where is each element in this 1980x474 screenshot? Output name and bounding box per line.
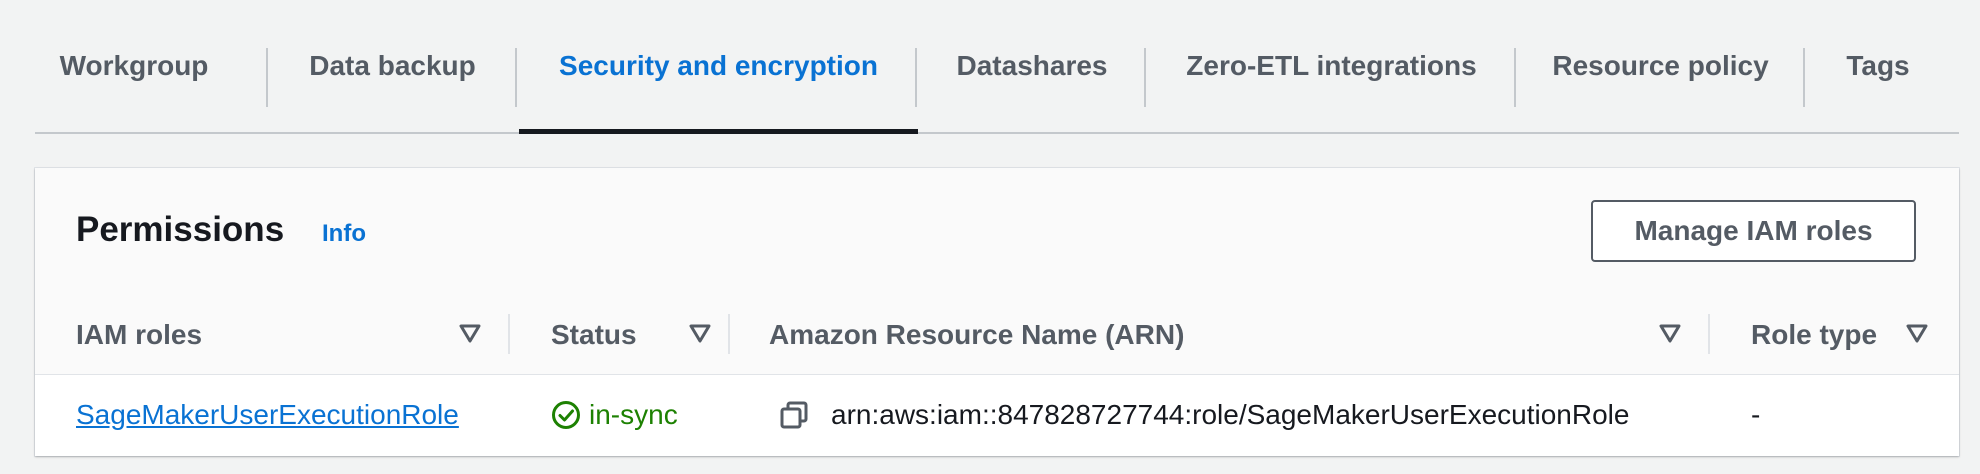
table-header: IAM roles Status Amazon Resource Name (A… — [35, 296, 1959, 375]
column-label: Status — [551, 319, 637, 350]
panel-header: Permissions Info Manage IAM roles — [35, 168, 1959, 297]
sort-filter-icon[interactable] — [1905, 321, 1929, 345]
manage-iam-roles-button[interactable]: Manage IAM roles — [1591, 200, 1916, 262]
role-type-text: - — [1751, 399, 1761, 430]
column-header-iam-roles[interactable]: IAM roles — [76, 296, 516, 374]
column-divider — [728, 314, 730, 354]
tab-tags[interactable]: Tags — [1805, 0, 1951, 132]
tab-security-and-encryption[interactable]: Security and encryption — [519, 0, 918, 134]
cell-arn: arn:aws:iam::847828727744:role/SageMaker… — [779, 374, 1629, 456]
tab-data-backup[interactable]: Data backup — [268, 0, 517, 132]
sort-filter-icon[interactable] — [1658, 321, 1682, 345]
sort-filter-icon[interactable] — [688, 321, 712, 345]
tab-divider — [515, 48, 517, 107]
tab-datashares[interactable]: Datashares — [917, 0, 1147, 132]
column-label: Amazon Resource Name (ARN) — [769, 319, 1185, 350]
cell-iam-role: SageMakerUserExecutionRole — [76, 374, 459, 456]
permissions-panel: Permissions Info Manage IAM roles IAM ro… — [35, 168, 1959, 456]
check-circle-icon — [552, 401, 580, 429]
column-label: Role type — [1751, 319, 1878, 350]
role-link[interactable]: SageMakerUserExecutionRole — [76, 399, 459, 431]
column-divider — [508, 314, 510, 354]
table-row: SageMakerUserExecutionRole in-sync arn:a… — [35, 374, 1959, 456]
cell-role-type: - — [1751, 374, 1760, 456]
tab-workgroup[interactable]: Workgroup — [35, 0, 233, 132]
status-text: in-sync — [589, 399, 678, 430]
column-divider — [1708, 314, 1710, 354]
column-label: IAM roles — [76, 319, 203, 350]
cell-status: in-sync — [551, 374, 678, 456]
column-header-status[interactable]: Status — [551, 296, 711, 374]
tab-zero-etl-integrations[interactable]: Zero-ETL integrations — [1146, 0, 1517, 132]
copy-icon[interactable] — [779, 400, 809, 430]
sort-filter-icon[interactable] — [458, 321, 482, 345]
panel-title: Permissions — [76, 210, 285, 249]
column-header-arn[interactable]: Amazon Resource Name (ARN) — [769, 296, 1669, 374]
info-link[interactable]: Info — [322, 220, 366, 248]
tab-bar: Workgroup Data backup Security and encry… — [35, 0, 1959, 134]
status-indicator: in-sync — [551, 399, 678, 431]
column-header-role-type[interactable]: Role type — [1751, 296, 1921, 374]
arn-text: arn:aws:iam::847828727744:role/SageMaker… — [831, 399, 1630, 430]
tab-resource-policy[interactable]: Resource policy — [1516, 0, 1805, 132]
